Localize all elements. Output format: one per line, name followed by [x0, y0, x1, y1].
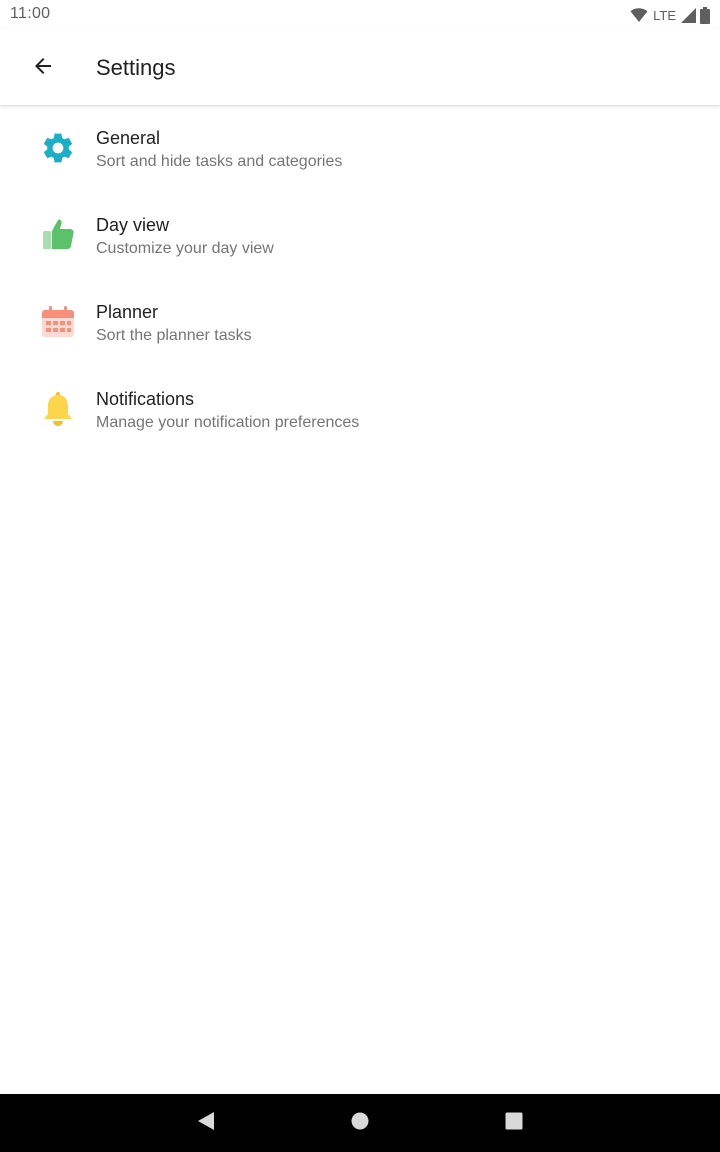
- status-icons: LTE: [630, 6, 710, 24]
- recents-square-icon: [504, 1111, 524, 1136]
- settings-list: General Sort and hide tasks and categori…: [0, 108, 720, 456]
- page-title: Settings: [96, 55, 176, 80]
- settings-item-subtitle: Sort the planner tasks: [96, 327, 252, 344]
- back-triangle-icon: [196, 1111, 216, 1136]
- settings-item-subtitle: Manage your notification preferences: [96, 414, 360, 431]
- thumbs-up-icon: [38, 215, 78, 255]
- settings-item-title: Planner: [96, 302, 159, 322]
- bell-icon: [38, 389, 78, 429]
- settings-item-title: General: [96, 128, 161, 148]
- nav-back-button[interactable]: [186, 1103, 226, 1143]
- network-type-label: LTE: [653, 7, 676, 23]
- system-nav-bar: [0, 1094, 720, 1152]
- battery-icon: [700, 6, 710, 24]
- settings-item-general[interactable]: General Sort and hide tasks and categori…: [0, 108, 720, 195]
- settings-item-subtitle: Customize your day view: [96, 240, 274, 257]
- nav-home-button[interactable]: [340, 1103, 380, 1143]
- settings-item-day-view[interactable]: Day view Customize your day view: [0, 195, 720, 282]
- wifi-icon: [630, 7, 648, 23]
- settings-item-subtitle: Sort and hide tasks and categories: [96, 153, 343, 170]
- gear-icon: [38, 128, 78, 168]
- settings-item-notifications[interactable]: Notifications Manage your notification p…: [0, 369, 720, 456]
- calendar-icon: [38, 302, 78, 342]
- settings-item-title: Notifications: [96, 389, 195, 409]
- arrow-back-icon: [31, 54, 55, 83]
- nav-recents-button[interactable]: [494, 1103, 534, 1143]
- status-bar: 11:00 LTE: [0, 0, 720, 30]
- settings-item-title: Day view: [96, 215, 170, 235]
- cell-signal-icon: [681, 7, 696, 23]
- back-button[interactable]: [19, 44, 67, 92]
- app-bar: Settings: [0, 30, 720, 105]
- settings-item-planner[interactable]: Planner Sort the planner tasks: [0, 282, 720, 369]
- home-circle-icon: [350, 1111, 370, 1136]
- status-time: 11:00: [10, 5, 51, 22]
